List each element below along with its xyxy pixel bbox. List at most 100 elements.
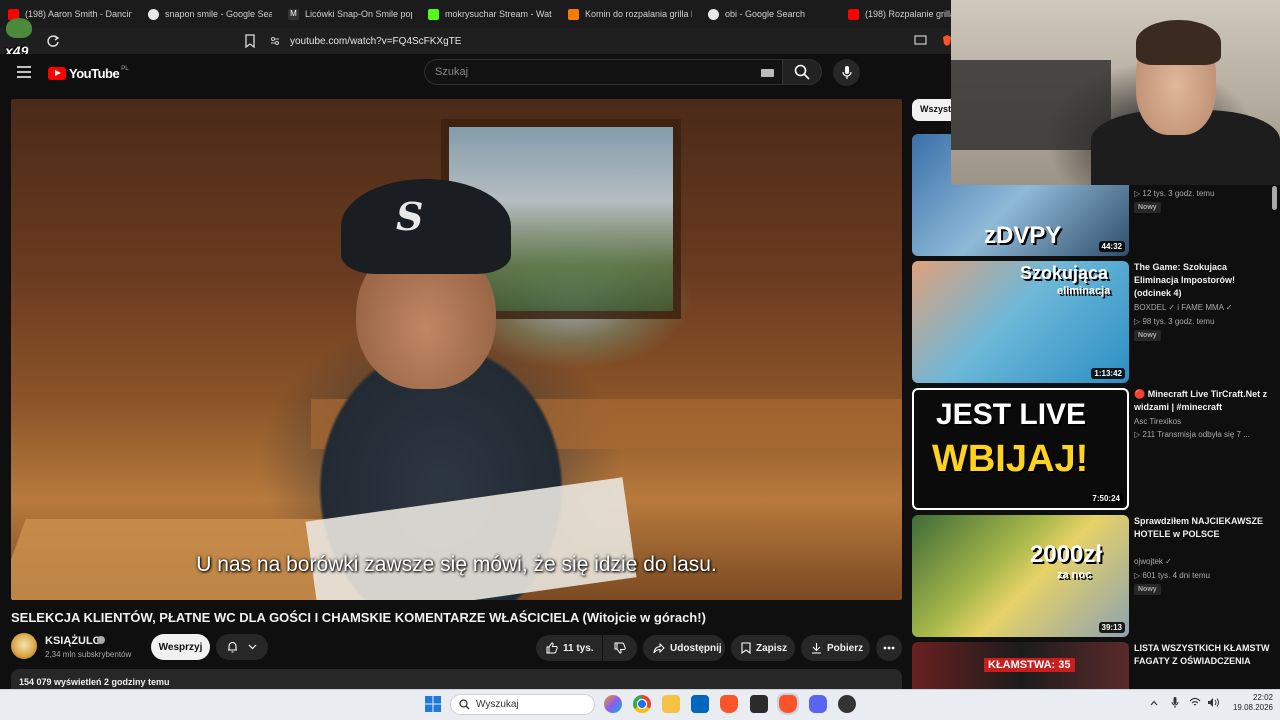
volume-icon[interactable] <box>1207 697 1220 708</box>
video-title: SELEKCJA KLIENTÓW, PŁATNE WC DLA GOŚCI I… <box>11 610 706 625</box>
save-button[interactable]: Zapisz <box>731 635 795 661</box>
keyboard-icon[interactable] <box>761 69 774 77</box>
chevron-down-icon <box>248 644 257 650</box>
video-duration: 39:13 <box>1098 622 1125 633</box>
video-frame-cap <box>341 179 511 274</box>
search-button[interactable] <box>782 59 822 85</box>
kick-icon <box>428 8 439 20</box>
wifi-icon[interactable] <box>1189 697 1201 708</box>
webcam-person-hair <box>1136 20 1221 65</box>
thumbs-down-icon <box>614 642 626 654</box>
recommended-channel[interactable]: ojwojtek ✓ <box>1134 557 1172 566</box>
site-settings-icon[interactable] <box>270 36 280 46</box>
windows-start-icon[interactable] <box>425 696 441 712</box>
thumbnail-text: Szokująca <box>1020 263 1109 283</box>
browser-tab[interactable]: snapon smile - Google Search <box>140 0 280 28</box>
notifications-button[interactable] <box>216 634 268 660</box>
bookmark-icon[interactable] <box>244 34 256 48</box>
store-icon[interactable] <box>691 695 709 713</box>
browser-tab[interactable]: M Licówki Snap-On Smile popra <box>280 0 420 28</box>
video-player[interactable]: S U nas na borówki zawsze się mówi, że s… <box>11 99 902 600</box>
cast-icon[interactable] <box>914 35 927 46</box>
browser-tab[interactable]: obi - Google Search <box>700 0 840 28</box>
video-meta: ▷ 211 Transmisja odbyła się 7 ... <box>1134 430 1250 439</box>
webcam-background-shelf <box>951 60 1111 150</box>
video-duration: 44:32 <box>1098 241 1125 252</box>
microphone-icon <box>841 65 852 79</box>
video-duration: 1:13:42 <box>1091 368 1125 379</box>
brave-icon[interactable] <box>720 695 738 713</box>
recommended-title[interactable]: 🔴 Minecraft Live TirCraft.Net z widzami … <box>1134 388 1274 414</box>
recommended-title[interactable]: LISTA WSZYSTKICH KŁAMSTW FAGATY Z OŚWIAD… <box>1134 642 1274 668</box>
file-explorer-icon[interactable] <box>662 695 680 713</box>
support-button[interactable]: Wesprzyj <box>151 634 210 660</box>
search-input[interactable]: Szukaj <box>424 59 782 85</box>
thumbnail-subtext: eliminacja <box>1057 285 1111 297</box>
search-icon <box>794 64 810 80</box>
google-icon <box>708 8 719 20</box>
share-icon <box>653 642 665 653</box>
search-icon <box>459 699 470 710</box>
recommended-title[interactable]: Sprawdziłem NAJCIEKAWSZE HOTELE w POLSCE <box>1134 515 1274 541</box>
thumbnail-text: KŁAMSTWA: 35 <box>984 658 1075 672</box>
google-icon <box>148 8 159 20</box>
thumbnail-text: zDVPY <box>984 222 1062 249</box>
chevron-up-icon[interactable] <box>1150 700 1158 706</box>
recorder-icon[interactable] <box>838 695 856 713</box>
system-clock[interactable]: 22:02 19.08.2026 <box>1228 693 1273 713</box>
recommended-thumbnail[interactable]: 2000zł za noc 39:13 <box>912 515 1129 637</box>
webcam-overlay <box>951 0 1280 185</box>
new-badge: Nowy <box>1134 202 1161 213</box>
video-meta: ▷ 98 tys. 3 godz. temu <box>1134 317 1215 326</box>
new-badge: Nowy <box>1134 584 1161 595</box>
share-button[interactable]: Udostępnij <box>643 635 725 661</box>
bookmark-icon <box>741 642 751 654</box>
channel-name[interactable]: KSIĄŻULO <box>45 635 101 647</box>
recommended-channel[interactable]: Asc Tirexikos <box>1134 417 1181 426</box>
video-subtitle: U nas na borówki zawsze się mówi, że się… <box>196 553 717 576</box>
browser-tab[interactable]: Komin do rozpalania grilla ku <box>560 0 700 28</box>
menu-icon[interactable] <box>17 66 31 78</box>
app-icon[interactable] <box>750 695 768 713</box>
video-frame-cap-logo: S <box>396 194 424 239</box>
frog-emote-icon <box>6 18 32 38</box>
address-bar[interactable]: youtube.com/watch?v=FQ4ScFKXgTE <box>262 30 952 52</box>
thumbs-up-icon <box>546 642 558 654</box>
chrome-icon[interactable] <box>633 695 651 713</box>
recommended-thumbnail[interactable]: KŁAMSTWA: 35 <box>912 642 1129 689</box>
thumbnail-subtext: WBIJAJ! <box>932 438 1089 480</box>
recommended-thumbnail[interactable]: Szokująca eliminacja 1:13:42 <box>912 261 1129 383</box>
bell-icon <box>227 641 237 653</box>
copilot-icon[interactable] <box>604 695 622 713</box>
verified-icon <box>97 636 105 644</box>
youtube-logo[interactable]: YouTube PL <box>48 66 129 81</box>
voice-search-button[interactable] <box>833 59 860 86</box>
channel-avatar[interactable] <box>11 633 37 659</box>
thumbnail-text: JEST LIVE <box>936 398 1087 431</box>
video-meta: ▷ 601 tys. 4 dni temu <box>1134 571 1210 580</box>
dislike-button[interactable] <box>603 635 637 661</box>
recommended-title[interactable]: The Game: Szokujaca Eliminacja Impostoró… <box>1134 261 1274 300</box>
recommended-channel[interactable]: BOXDEL ✓ i FAME MMA ✓ <box>1134 303 1232 312</box>
download-icon <box>812 643 821 654</box>
reload-icon[interactable] <box>46 34 60 48</box>
discord-icon[interactable] <box>809 695 827 713</box>
site-icon: M <box>288 8 299 20</box>
download-button[interactable]: Pobierz <box>801 635 870 661</box>
browser-tab[interactable]: mokrysuchar Stream - Watch <box>420 0 560 28</box>
sidebar-scrollbar[interactable] <box>1272 186 1277 210</box>
new-badge: Nowy <box>1134 330 1161 341</box>
youtube-play-icon <box>48 67 66 80</box>
more-horizontal-icon <box>883 646 895 650</box>
brave-active-icon[interactable] <box>777 693 799 715</box>
youtube-icon <box>848 8 859 20</box>
view-count: 154 079 wyświetleń 2 godziny temu <box>19 677 170 687</box>
more-actions-button[interactable] <box>876 635 902 661</box>
microphone-icon[interactable] <box>1171 697 1179 709</box>
shop-icon <box>568 8 579 20</box>
recommended-thumbnail[interactable]: JEST LIVE WBIJAJ! 7:50:24 <box>912 388 1129 510</box>
like-button[interactable]: 11 tys. <box>536 635 602 661</box>
video-duration: 7:50:24 <box>1089 493 1123 504</box>
thumbnail-text: 2000zł <box>1030 541 1103 568</box>
taskbar-search-input[interactable]: Wyszukaj <box>450 694 595 715</box>
